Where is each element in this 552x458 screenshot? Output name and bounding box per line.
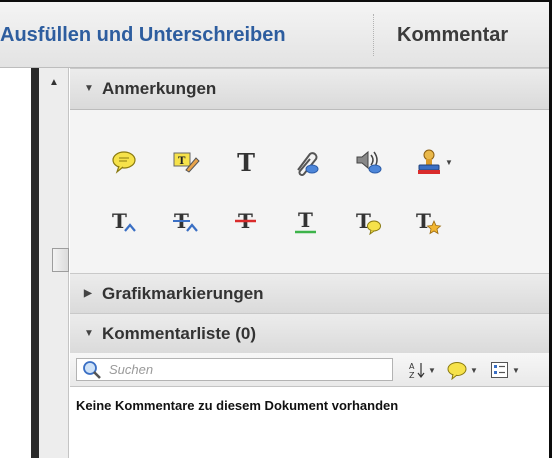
filter-button[interactable]: ▼: [446, 360, 478, 380]
list-options-icon: [491, 362, 508, 378]
section-title: Anmerkungen: [102, 79, 217, 98]
section-header-drawing-markups[interactable]: ▶ Grafikmarkierungen: [70, 273, 549, 315]
sort-az-icon: A Z: [409, 362, 425, 380]
comment-list: Suchen A Z ▼ ▼ ▼ Keine Kommentare zu die…: [70, 353, 549, 458]
svg-text:A: A: [409, 362, 415, 371]
stamp-icon[interactable]: ▼: [410, 146, 458, 178]
underline-icon[interactable]: T: [288, 206, 324, 238]
section-header-annotations[interactable]: ▼ Anmerkungen: [70, 68, 549, 110]
svg-text:T: T: [112, 209, 127, 233]
tab-bar: Ausfüllen und Unterschreiben Kommentar: [0, 2, 549, 68]
sort-button[interactable]: A Z ▼: [408, 360, 436, 380]
comment-panel: ▼ Anmerkungen T T ▼ T T T T T T ▶ Grafik…: [70, 68, 549, 458]
attach-file-icon[interactable]: [288, 146, 324, 178]
svg-text:T: T: [298, 209, 313, 232]
section-title: Kommentarliste (0): [102, 324, 256, 343]
chevron-down-icon: ▼: [512, 365, 520, 375]
comment-filter-icon: [447, 362, 467, 380]
pane-divider[interactable]: [31, 68, 39, 458]
search-input[interactable]: Suchen: [76, 358, 393, 381]
search-placeholder: Suchen: [109, 362, 154, 377]
insert-text-at-cursor-icon[interactable]: T: [106, 206, 142, 238]
add-text-icon[interactable]: T: [228, 146, 264, 178]
svg-text:Z: Z: [409, 371, 415, 380]
scrollbar-thumb[interactable]: [52, 248, 69, 272]
document-area-edge: [0, 68, 31, 458]
section-title: Grafikmarkierungen: [102, 284, 264, 303]
tab-fill-and-sign[interactable]: Ausfüllen und Unterschreiben: [0, 2, 286, 68]
section-header-comment-list[interactable]: ▼ Kommentarliste (0): [70, 313, 549, 355]
vertical-scrollbar[interactable]: ▲: [39, 68, 69, 458]
highlight-text-icon[interactable]: T: [168, 146, 204, 178]
svg-text:T: T: [178, 156, 186, 167]
tab-comment[interactable]: Kommentar: [397, 2, 508, 68]
chevron-down-icon: ▼: [470, 365, 478, 375]
collapse-arrow-icon: ▼: [84, 83, 94, 94]
sticky-note-icon[interactable]: [106, 146, 142, 178]
annotation-tools: T T ▼ T T T T T T: [70, 110, 549, 273]
options-button[interactable]: ▼: [490, 360, 520, 380]
search-icon: [81, 360, 103, 380]
record-audio-icon[interactable]: [350, 146, 386, 178]
add-note-to-text-icon[interactable]: T: [350, 206, 386, 238]
collapse-arrow-icon: ▼: [84, 328, 94, 339]
chevron-down-icon[interactable]: ▼: [445, 158, 453, 167]
expand-arrow-icon: ▶: [84, 288, 92, 299]
strikethrough-icon[interactable]: T: [228, 206, 264, 238]
scroll-up-arrow-icon[interactable]: ▲: [39, 74, 69, 92]
tab-separator: [373, 14, 374, 56]
comment-list-toolbar: Suchen A Z ▼ ▼ ▼: [70, 353, 549, 387]
replace-text-icon[interactable]: T: [168, 206, 204, 238]
text-correction-markup-icon[interactable]: T: [410, 206, 446, 238]
svg-text:T: T: [416, 209, 431, 233]
empty-comment-message: Keine Kommentare zu diesem Dokument vorh…: [76, 398, 399, 413]
chevron-down-icon: ▼: [428, 365, 436, 375]
